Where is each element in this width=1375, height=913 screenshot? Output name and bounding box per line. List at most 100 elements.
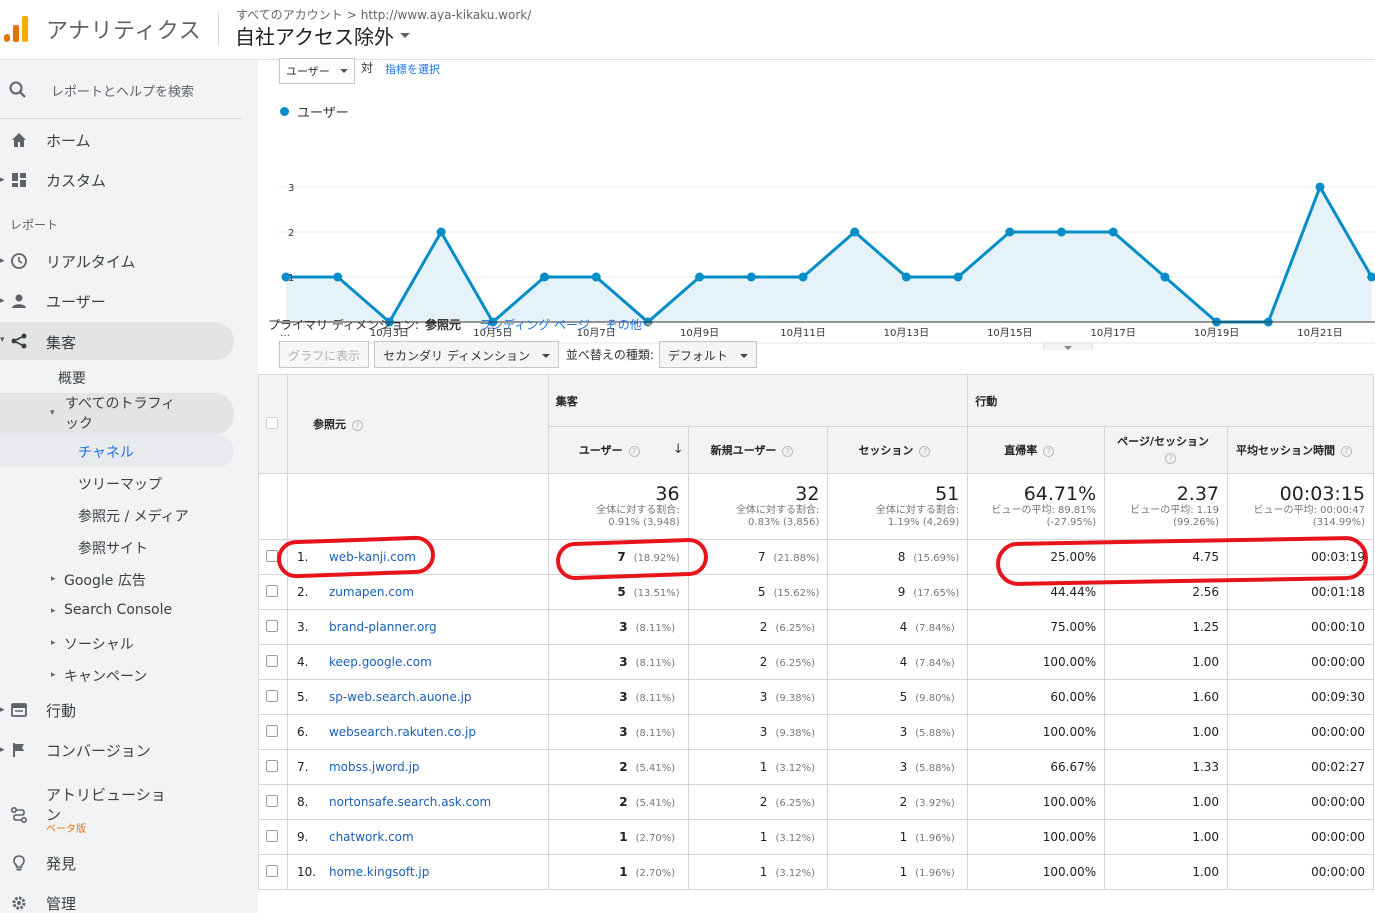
expand-arrow-icon[interactable]: ▸ — [0, 296, 5, 306]
expand-arrow-icon[interactable]: ▾ — [50, 408, 55, 418]
table-row[interactable]: 5. sp-web.search.auone.jp 3 (8.11%) 3 (9.38%)… — [258, 679, 1374, 715]
sort-type-select[interactable]: デフォルト — [658, 340, 757, 368]
metric-cell: 3 (8.11%) — [547, 609, 689, 645]
sidebar-item-treemap[interactable]: ツリーマップ — [78, 474, 162, 494]
expand-arrow-icon[interactable]: ▸ — [51, 606, 56, 616]
sidebar-item-overview[interactable]: 概要 — [58, 368, 86, 388]
table-row[interactable]: 8. nortonsafe.search.ask.com 2 (5.41%) 2 (6.2… — [258, 784, 1374, 820]
source-link[interactable]: nortonsafe.search.ask.com — [329, 795, 491, 809]
row-checkbox[interactable] — [266, 584, 278, 597]
table-row[interactable]: 2. zumapen.com 5 (13.51%) 5 (15.62%) 9 (17.65%)… — [258, 574, 1374, 610]
help-icon[interactable]: ? — [919, 445, 931, 457]
sidebar-item-discover[interactable]: 発見 — [0, 845, 258, 881]
table-row[interactable]: 6. websearch.rakuten.co.jp 3 (8.11%) 3 (9.38%… — [258, 714, 1374, 750]
row-checkbox[interactable] — [266, 864, 278, 877]
view-selector[interactable]: 自社アクセス除外 — [235, 21, 410, 50]
expand-arrow-icon[interactable]: ▸ — [0, 256, 5, 266]
expand-arrow-icon[interactable]: ▸ — [0, 745, 5, 755]
sidebar-item-social[interactable]: ソーシャル — [64, 634, 134, 654]
column-header-5[interactable]: 平均セッション時間? — [1227, 426, 1374, 474]
metric-cell: 5 (9.80%) — [827, 679, 969, 715]
source-link[interactable]: sp-web.search.auone.jp — [329, 690, 472, 704]
total-value: 2.37 — [1176, 483, 1220, 505]
metric-cell: 1 (1.96%) — [827, 854, 969, 890]
attribution-line1: アトリビューショ — [46, 786, 166, 804]
expand-arrow-icon[interactable]: ▸ — [51, 638, 56, 648]
table-row[interactable]: 7. mobss.jword.jp 2 (5.41%) 1 (3.12%) 3 (5.88%)… — [258, 749, 1374, 785]
dimension-landing-page[interactable]: ランディング ページ — [479, 316, 590, 333]
expand-arrow-icon[interactable]: ▸ — [0, 705, 5, 715]
search-reports[interactable]: レポートとヘルプを検索 — [0, 74, 242, 106]
source-link[interactable]: home.kingsoft.jp — [329, 865, 429, 879]
help-icon[interactable]: ? — [628, 445, 640, 457]
sidebar-item-campaigns[interactable]: キャンペーン — [64, 666, 147, 686]
sidebar-item-attribution[interactable]: アトリビューショ ン ベータ版 — [0, 784, 258, 844]
dimension-other[interactable]: その他 — [606, 316, 653, 333]
select-all-checkbox[interactable] — [266, 416, 278, 429]
sidebar-item-custom[interactable]: ▸ カスタム — [0, 162, 258, 198]
expand-arrow-icon[interactable]: ▸ — [51, 670, 56, 680]
row-checkbox[interactable] — [266, 654, 278, 667]
table-row[interactable]: 1. web-kanji.com 7 (18.92%) 7 (21.88%) 8 (15.69… — [258, 539, 1374, 575]
column-header-1[interactable]: 新規ユーザー? — [687, 426, 829, 474]
sidebar-item-behavior[interactable]: ▸ 行動 — [0, 692, 258, 728]
sidebar-item-referrals[interactable]: 参照サイト — [78, 538, 148, 558]
expand-arrow-icon[interactable]: ▸ — [0, 175, 5, 185]
row-checkbox[interactable] — [266, 619, 278, 632]
metric-select[interactable]: ユーザー — [279, 58, 355, 84]
column-header-2[interactable]: セッション? — [827, 426, 969, 474]
sidebar-item-realtime[interactable]: ▸ リアルタイム — [0, 243, 258, 279]
help-icon[interactable]: ? — [1043, 445, 1055, 457]
total-value: 00:03:15 — [1279, 483, 1365, 505]
table-row[interactable]: 3. brand-planner.org 3 (8.11%) 2 (6.25%) 4 (7.8… — [258, 609, 1374, 645]
metric-value: 4 — [899, 620, 908, 634]
select-metric-link[interactable]: 指標を選択 — [385, 61, 440, 77]
source-column-header[interactable]: 参照元? — [286, 374, 549, 474]
secondary-dimension-button[interactable]: セカンダリ ディメンション — [374, 340, 559, 368]
help-icon[interactable]: ? — [351, 419, 363, 431]
metric-value: 1 — [759, 760, 768, 774]
help-icon[interactable]: ? — [1165, 452, 1177, 464]
sort-arrow-icon[interactable]: ↓ — [673, 442, 684, 457]
row-checkbox[interactable] — [266, 724, 278, 737]
table-row[interactable]: 10. home.kingsoft.jp 1 (2.70%) 1 (3.12%) 1 (1.9… — [258, 854, 1374, 890]
source-link[interactable]: keep.google.com — [329, 655, 432, 669]
source-link[interactable]: websearch.rakuten.co.jp — [329, 725, 476, 739]
breadcrumb-property[interactable]: http://www.aya-kikaku.work/ — [361, 8, 532, 22]
total-cell: 64.71% ビューの平均: 89.81% (-27.95%) — [967, 473, 1106, 540]
table-row[interactable]: 9. chatwork.com 1 (2.70%) 1 (3.12%) 1 (1.96%) 10… — [258, 819, 1374, 855]
row-checkbox[interactable] — [266, 794, 278, 807]
table-row[interactable]: 4. keep.google.com 3 (8.11%) 2 (6.25%) 4 (7.84%… — [258, 644, 1374, 680]
sidebar-item-conversions[interactable]: ▸ コンバージョン — [0, 732, 258, 768]
source-link[interactable]: mobss.jword.jp — [329, 760, 420, 774]
metric-cell: 100.00% — [967, 714, 1106, 750]
column-header-4[interactable]: ページ/セッション? — [1104, 426, 1229, 474]
metric-cell: 3 (8.11%) — [547, 644, 689, 680]
row-checkbox[interactable] — [266, 549, 278, 562]
sidebar-item-acquisition[interactable]: ▾ 集客 — [0, 322, 258, 360]
sidebar-item-search-console[interactable]: Search Console — [64, 602, 172, 618]
analytics-logo-icon[interactable] — [2, 14, 32, 44]
sidebar-item-channels[interactable]: チャネル — [78, 442, 134, 462]
row-checkbox[interactable] — [266, 689, 278, 702]
sidebar-item-audience[interactable]: ▸ ユーザー — [0, 283, 258, 319]
expand-arrow-icon[interactable]: ▾ — [0, 335, 5, 345]
sidebar-item-source-medium[interactable]: 参照元 / メディア — [78, 506, 189, 526]
sidebar-item-google-ads[interactable]: Google 広告 — [64, 570, 146, 590]
column-header-0[interactable]: ユーザー? ↓ — [547, 426, 689, 474]
column-header-3[interactable]: 直帰率? — [967, 426, 1106, 474]
plot-rows-button[interactable]: グラフに表示 — [279, 340, 370, 368]
sidebar-item-admin[interactable]: 管理 — [0, 885, 258, 913]
row-checkbox[interactable] — [266, 829, 278, 842]
help-icon[interactable]: ? — [1341, 445, 1353, 457]
source-link[interactable]: brand-planner.org — [329, 620, 437, 634]
source-link[interactable]: web-kanji.com — [329, 550, 416, 564]
help-icon[interactable]: ? — [782, 445, 794, 457]
sidebar-item-home[interactable]: ホーム — [0, 122, 258, 158]
source-link[interactable]: chatwork.com — [329, 830, 414, 844]
behavior-icon — [11, 703, 27, 717]
row-checkbox[interactable] — [266, 759, 278, 772]
metric-cell: 100.00% — [967, 784, 1106, 820]
expand-arrow-icon[interactable]: ▸ — [51, 574, 56, 584]
source-link[interactable]: zumapen.com — [329, 585, 414, 599]
